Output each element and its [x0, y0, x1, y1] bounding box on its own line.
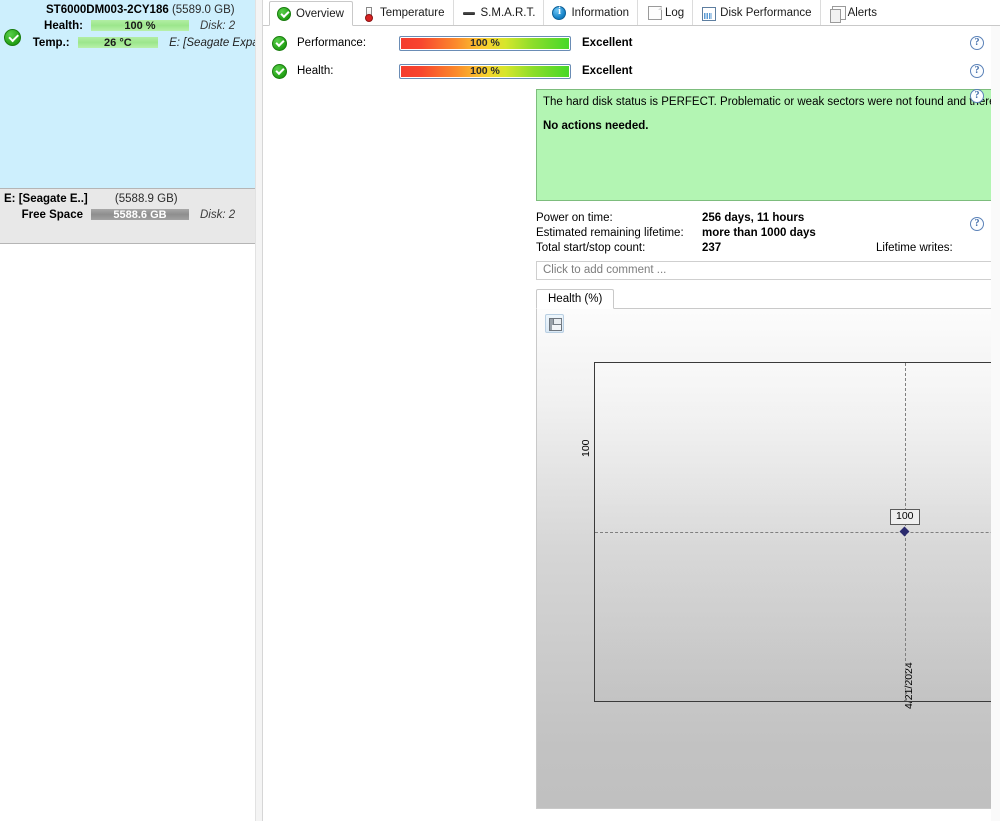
status-message-line1: The hard disk status is PERFECT. Problem… — [543, 96, 1000, 108]
start-stop-count-label: Total start/stop count: — [536, 241, 646, 254]
remaining-lifetime-value: more than 1000 days — [702, 226, 816, 239]
chart-y-tick-label: 100 — [580, 439, 592, 457]
tab-alerts-label: Alerts — [847, 6, 877, 19]
chart-data-point — [899, 526, 910, 537]
tab-information[interactable]: Information — [544, 0, 638, 25]
thermometer-icon — [361, 6, 375, 22]
tab-log-label: Log — [664, 6, 685, 19]
bar-chart-icon — [702, 6, 717, 21]
drive-temp-side: E: [Seagate Expansio — [169, 36, 260, 49]
volume-freespace-row: Free Space 5588.6 GB Disk: 2 — [8, 206, 260, 223]
help-icon-message[interactable]: ? — [970, 89, 984, 103]
chart-tab-bar: Health (%) — [536, 289, 1000, 309]
green-check-icon — [272, 35, 287, 51]
remaining-lifetime-label: Estimated remaining lifetime: — [536, 226, 684, 239]
drive-item-primary[interactable]: ST6000DM003-2CY186 (5589.0 GB) Health: 1… — [0, 0, 261, 195]
drive-temp-meter: 26 °C — [77, 36, 160, 49]
health-verdict: Excellent — [582, 65, 633, 77]
health-row: Health: 100 % Excellent ? — [263, 57, 1000, 85]
start-stop-count-value: 237 — [702, 241, 722, 254]
floppy-save-icon[interactable] — [545, 314, 564, 333]
tab-bar: Overview Temperature S.M.A.R.T. Informat… — [263, 0, 1000, 26]
tab-temperature[interactable]: Temperature — [353, 0, 454, 25]
tab-alerts[interactable]: Alerts — [821, 0, 886, 25]
performance-row: Performance: 100 % Excellent ? — [263, 29, 1000, 57]
drive-list-sidebar: ST6000DM003-2CY186 (5589.0 GB) Health: 1… — [0, 0, 263, 821]
remaining-lifetime-row: Estimated remaining lifetime: more than … — [536, 225, 1000, 240]
tab-health-percent[interactable]: Health (%) — [536, 289, 615, 309]
start-stop-count-row: Total start/stop count: 237 Lifetime wri… — [536, 240, 1000, 255]
tab-disk-performance-label: Disk Performance — [720, 6, 812, 19]
document-icon — [647, 5, 662, 20]
help-icon-performance[interactable]: ? — [970, 36, 984, 50]
performance-verdict: Excellent — [582, 37, 633, 49]
chart-data-label: 100 — [890, 509, 920, 525]
volume-freespace-value: 5588.6 GB — [113, 209, 167, 221]
chart-horizontal-gridline — [595, 532, 1000, 533]
tab-disk-performance[interactable]: Disk Performance — [693, 0, 821, 25]
drive-capacity: (5589.0 GB) — [171, 4, 235, 16]
comment-input[interactable]: Click to add comment ... — [536, 261, 1000, 280]
performance-label: Performance: — [297, 37, 367, 49]
tab-smart[interactable]: S.M.A.R.T. — [454, 0, 545, 25]
smart-chip-icon — [462, 6, 476, 20]
drive-health-side: Disk: 2 — [200, 19, 236, 32]
tab-log[interactable]: Log — [638, 0, 694, 25]
health-label: Health: — [297, 65, 334, 77]
health-bar: 100 % — [399, 63, 571, 79]
drive-health-label: Health: — [44, 19, 83, 32]
disk-health-app: ST6000DM003-2CY186 (5589.0 GB) Health: 1… — [0, 0, 1000, 821]
sidebar-scrollbar[interactable] — [255, 0, 262, 821]
drive-health-value: 100 % — [124, 20, 156, 32]
drive-health-row: Health: 100 % Disk: 2 — [8, 17, 260, 34]
health-chart-panel: 100 4/21/2024 100 — [536, 309, 1000, 809]
volume-freespace-meter: 5588.6 GB — [90, 208, 190, 221]
green-check-icon — [4, 29, 21, 46]
power-on-time-value: 256 days, 11 hours — [702, 211, 805, 224]
drive-title: ST6000DM003-2CY186 (5589.0 GB) — [0, 0, 260, 17]
main-scrollbar[interactable] — [991, 26, 1000, 821]
green-check-icon — [272, 63, 287, 79]
volume-title: E: [Seagate E..] (5588.9 GB) — [0, 189, 260, 206]
drive-health-meter: 100 % — [90, 19, 190, 32]
volume-capacity: (5588.9 GB) — [114, 193, 178, 205]
help-icon-repeat-test[interactable]: ? — [970, 217, 984, 231]
help-icon-health[interactable]: ? — [970, 64, 984, 78]
main-content: Overview Temperature S.M.A.R.T. Informat… — [263, 0, 1000, 821]
tab-overview[interactable]: Overview — [269, 1, 353, 26]
lifetime-writes-label: Lifetime writes: — [876, 241, 953, 254]
drive-statistics: Power on time: 256 days, 11 hours Estima… — [536, 210, 1000, 256]
drive-item-volume[interactable]: E: [Seagate E..] (5588.9 GB) Free Space … — [0, 188, 261, 244]
power-on-time-row: Power on time: 256 days, 11 hours — [536, 210, 1000, 225]
chart-plot-area: 100 — [594, 362, 1000, 702]
tab-overview-label: Overview — [296, 7, 344, 20]
document-copy-icon — [829, 5, 846, 23]
volume-name: E: [Seagate E..] — [4, 193, 88, 205]
tab-information-label: Information — [571, 6, 629, 19]
volume-freespace-label: Free Space — [21, 208, 83, 221]
info-circle-icon — [552, 5, 567, 20]
drive-model: ST6000DM003-2CY186 — [46, 4, 169, 16]
performance-percent: 100 % — [470, 36, 500, 49]
tab-temperature-label: Temperature — [379, 6, 445, 19]
status-message-line2: No actions needed. — [543, 120, 649, 132]
green-check-icon — [277, 6, 291, 21]
power-on-time-label: Power on time: — [536, 211, 613, 224]
tab-smart-label: S.M.A.R.T. — [480, 6, 536, 19]
drive-temp-value: 26 °C — [104, 37, 132, 49]
performance-bar: 100 % — [399, 35, 571, 51]
health-percent: 100 % — [470, 64, 500, 77]
drive-temp-row: Temp.: 26 °C E: [Seagate Expansio — [8, 34, 260, 51]
status-message-box: The hard disk status is PERFECT. Problem… — [536, 89, 1000, 201]
volume-freespace-side: Disk: 2 — [200, 208, 236, 221]
